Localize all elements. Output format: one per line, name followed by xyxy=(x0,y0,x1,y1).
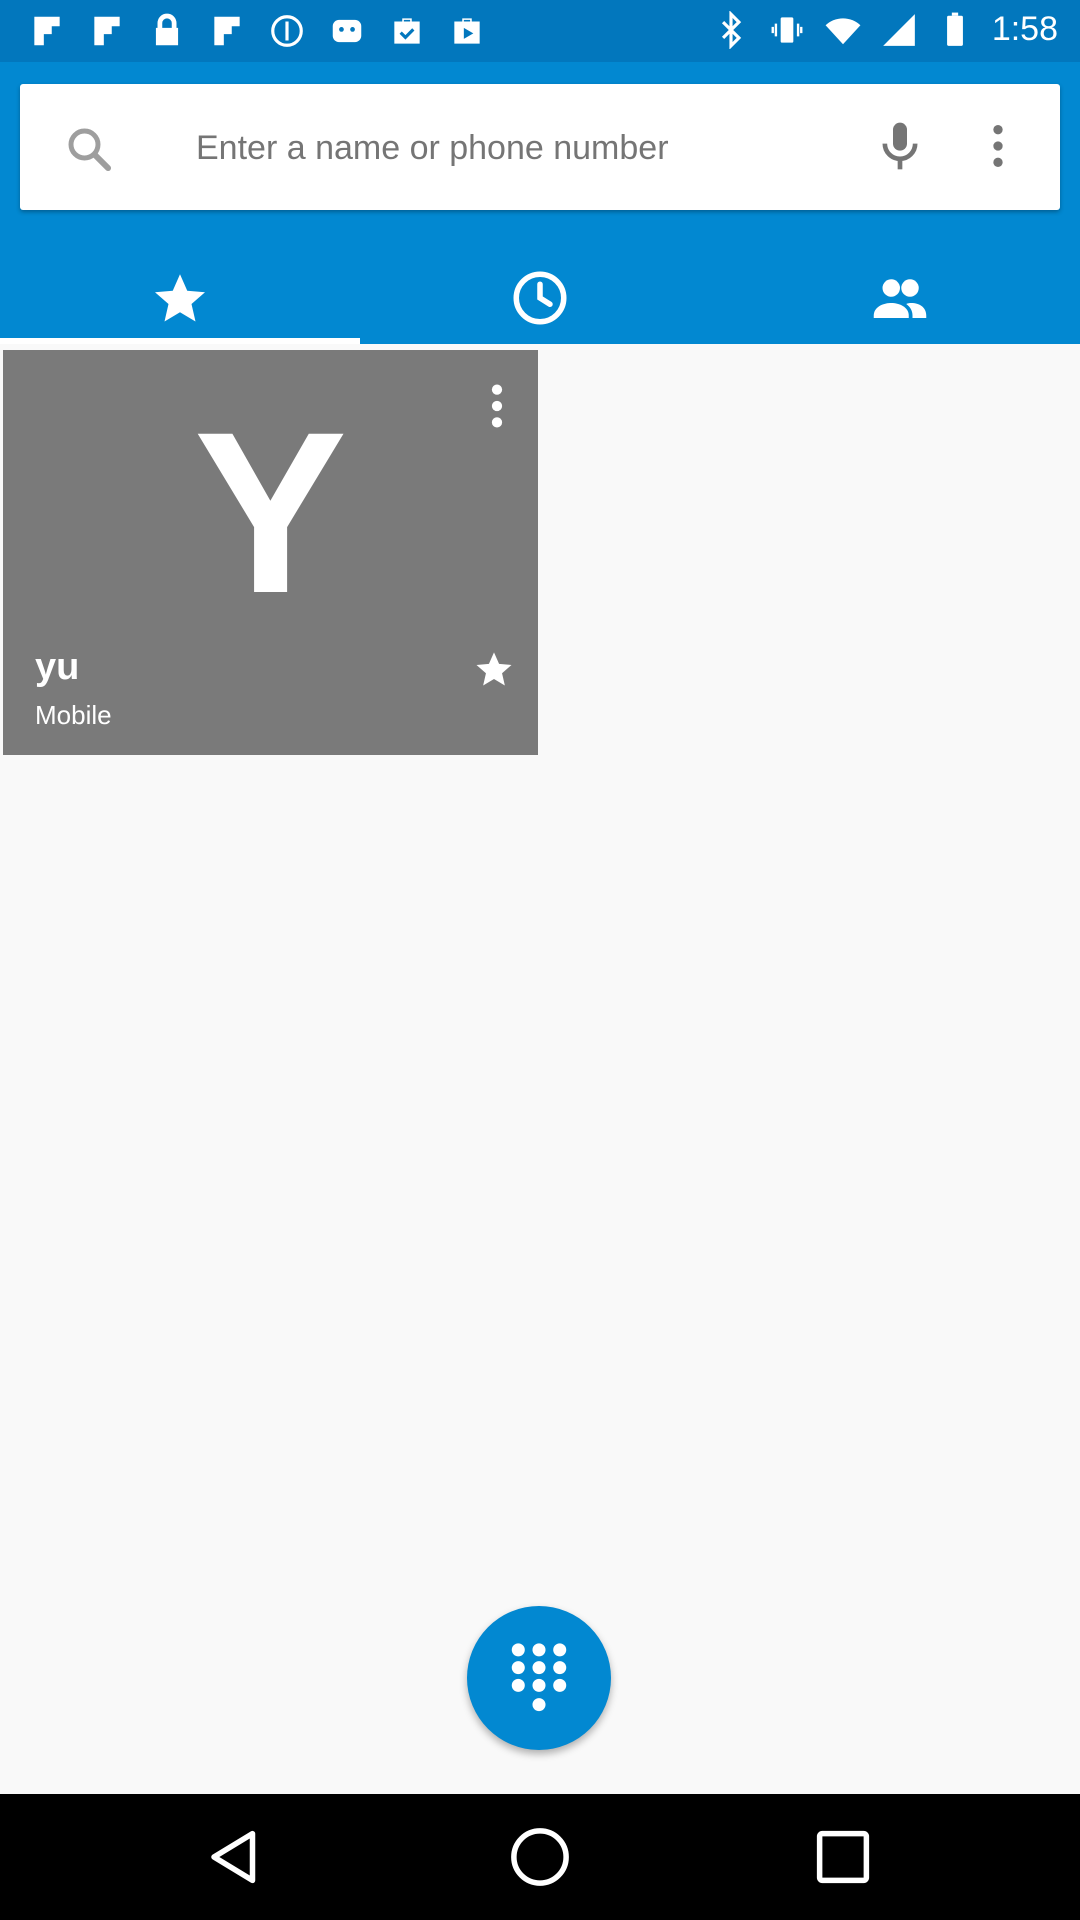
tab-contacts[interactable] xyxy=(720,252,1080,344)
app-bar xyxy=(0,62,1080,344)
bluetooth-icon xyxy=(721,10,741,49)
people-icon xyxy=(873,279,927,318)
dialpad-button[interactable] xyxy=(467,1606,611,1750)
card-more-options-icon[interactable] xyxy=(469,378,525,434)
vibrate-icon xyxy=(771,16,803,43)
navigation-bar xyxy=(0,1794,1080,1920)
tab-bar xyxy=(0,252,1080,344)
microphone-icon[interactable] xyxy=(872,118,928,174)
search-input[interactable] xyxy=(194,112,838,184)
battery-icon xyxy=(946,12,963,46)
notification-icons xyxy=(28,12,486,50)
home-icon[interactable] xyxy=(507,1824,573,1890)
android-icon xyxy=(332,19,362,43)
more-options-icon[interactable] xyxy=(970,118,1026,174)
contact-name: yu xyxy=(35,646,80,688)
search-icon[interactable] xyxy=(62,122,116,176)
clock-icon xyxy=(513,271,567,325)
flipboard-icon xyxy=(94,16,120,46)
back-icon[interactable] xyxy=(203,1824,269,1890)
dialpad-icon xyxy=(511,1643,567,1712)
tab-favorites[interactable] xyxy=(0,252,360,344)
tab-recents[interactable] xyxy=(360,252,720,344)
contact-letter-avatar: Y xyxy=(193,384,348,641)
signal-icon xyxy=(882,13,915,46)
play-store-icon xyxy=(454,18,480,44)
briefcase-check-icon xyxy=(394,18,420,44)
lock-icon xyxy=(155,13,179,46)
info-icon xyxy=(271,15,303,47)
search-box[interactable] xyxy=(20,84,1060,210)
recent-apps-icon[interactable] xyxy=(810,1824,876,1890)
favorite-contact-card[interactable]: Y yu Mobile xyxy=(3,350,538,755)
system-status-icons: 1:58 xyxy=(712,10,1058,49)
wifi-icon xyxy=(825,17,861,44)
flipboard-icon xyxy=(214,16,240,46)
status-bar: 1:58 xyxy=(0,0,1080,62)
flipboard-icon xyxy=(34,16,60,46)
status-time: 1:58 xyxy=(991,10,1058,48)
starred-icon xyxy=(476,652,512,686)
star-icon xyxy=(155,274,205,322)
contact-phone-type: Mobile xyxy=(35,700,112,730)
